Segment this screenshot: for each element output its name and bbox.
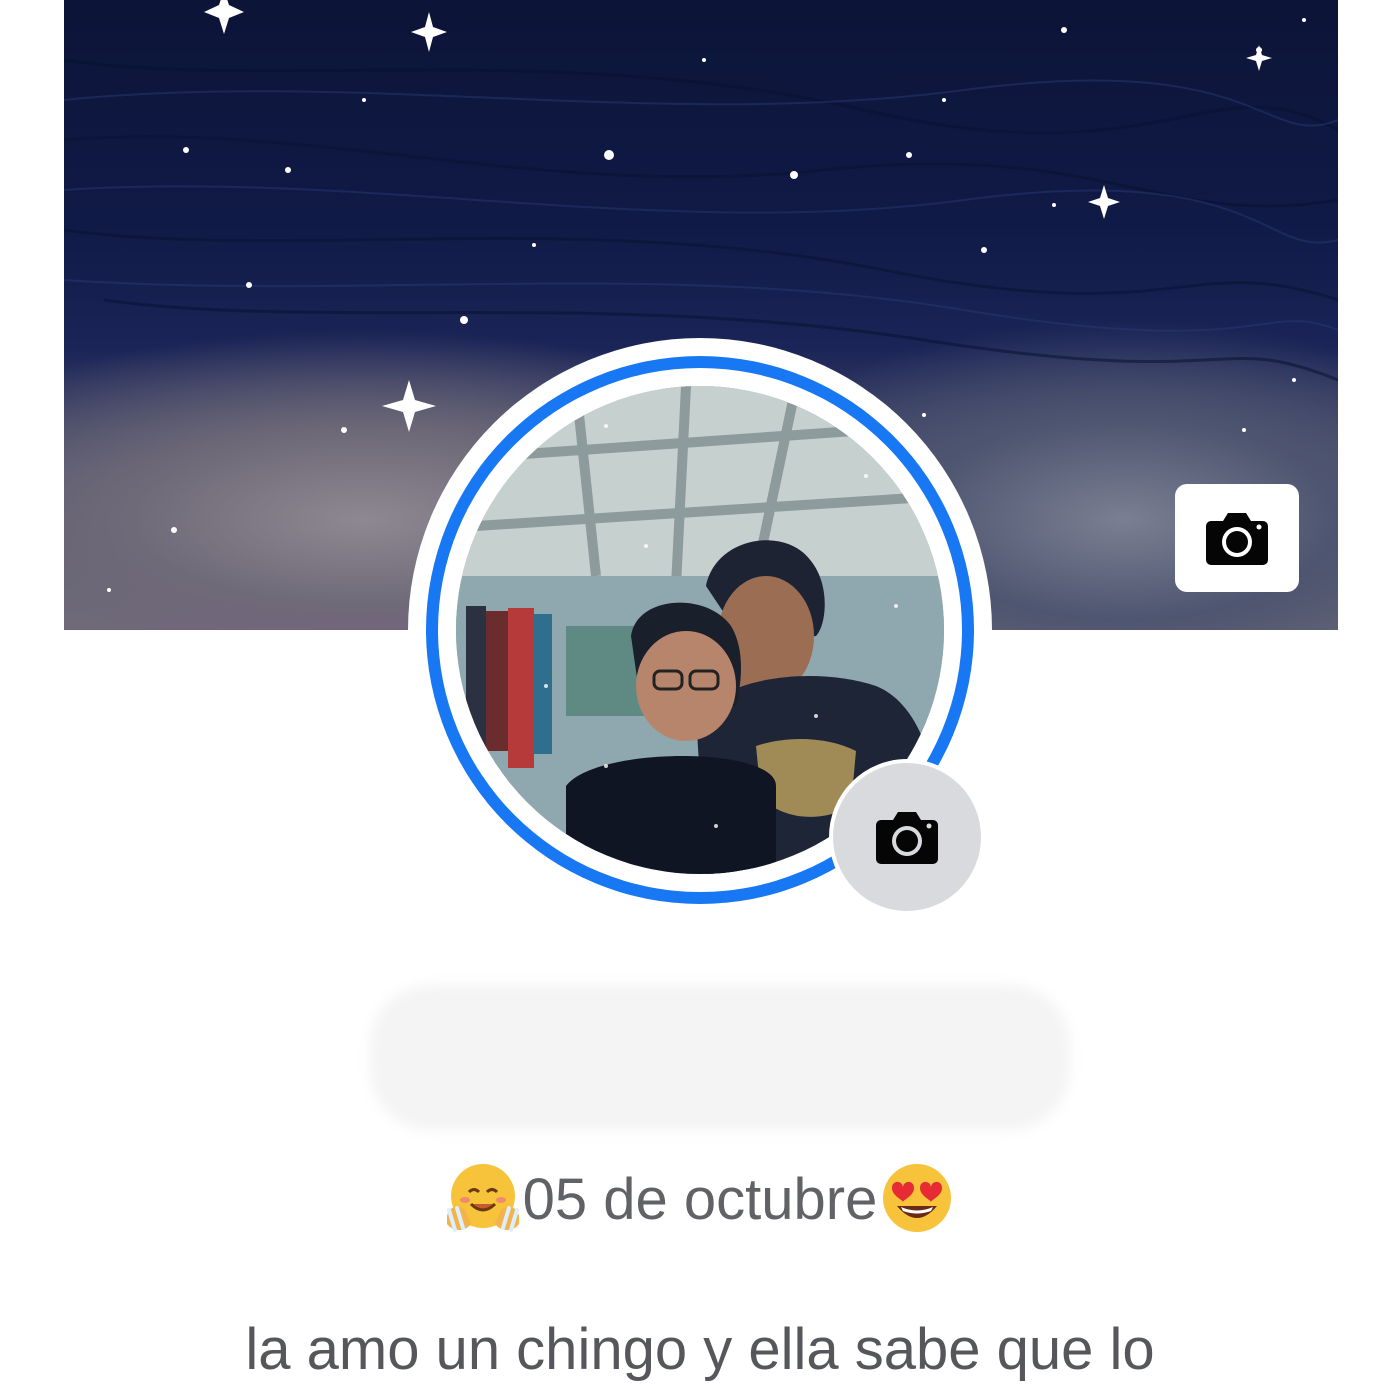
profile-name-redacted: [370, 985, 1070, 1130]
camera-icon: [1206, 513, 1268, 565]
heart-eyes-emoji: [883, 1163, 952, 1232]
camera-icon: [876, 812, 938, 864]
profile-picture-camera-button[interactable]: [829, 759, 985, 915]
profile-intro-date-text: 05 de octubre: [522, 1167, 878, 1232]
profile-intro-date: 05 de octubre: [0, 1155, 1400, 1245]
hugging-face-emoji: [446, 1163, 519, 1232]
profile-bio: la amo un chingo y ella sabe que lo: [245, 1317, 1155, 1382]
cover-photo-camera-button[interactable]: [1175, 484, 1299, 592]
